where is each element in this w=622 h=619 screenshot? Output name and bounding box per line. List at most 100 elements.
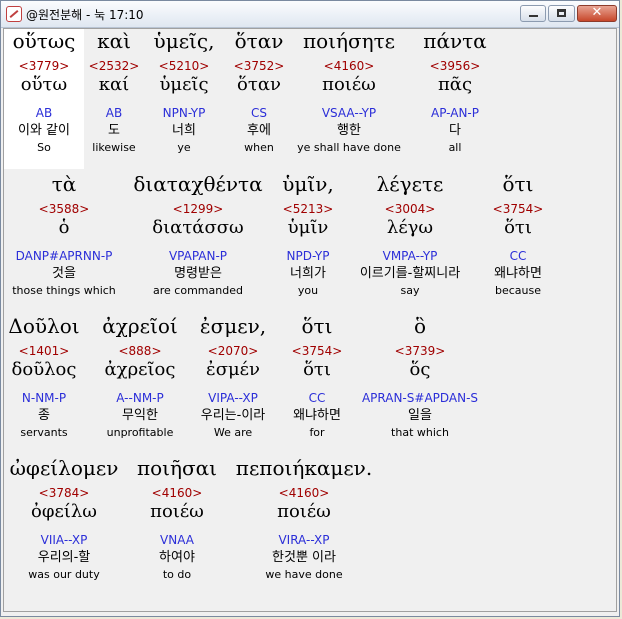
minimize-button[interactable] xyxy=(520,5,546,22)
strongs-number: <4160> xyxy=(278,486,330,500)
word-block[interactable]: ὠφείλομεν <3784> ὀφείλω VIIA--XP 우리의-할 w… xyxy=(8,456,120,581)
word-block[interactable]: διαταχθέντα <1299> διατάσσω VPAPAN-P 명령받… xyxy=(128,172,268,297)
korean-gloss: 일을 xyxy=(408,408,432,423)
word-block[interactable]: πάντα <3956> πᾶς AP-AN-P 다 all xyxy=(412,29,498,154)
parsing-code: CC xyxy=(509,249,527,263)
parsing-code: VNAA xyxy=(160,533,194,547)
korean-gloss: 다 xyxy=(449,123,461,138)
lemma: ὅτι xyxy=(504,217,532,238)
strongs-number: <3588> xyxy=(38,202,90,216)
greek-word: οὕτως xyxy=(12,29,76,53)
maximize-icon xyxy=(557,9,566,17)
english-gloss: say xyxy=(400,284,420,297)
english-gloss: likewise xyxy=(92,141,136,154)
title-bar[interactable]: @원전분해 - 눅 17:10 ✕ xyxy=(1,1,619,28)
parsing-code: APRAN-S#APDAN-S xyxy=(361,391,479,405)
window: @원전분해 - 눅 17:10 ✕ οὕτως <3779> οὕτω AB 이… xyxy=(0,0,620,617)
strongs-number: <3754> xyxy=(492,202,544,216)
greek-word: ὅταν xyxy=(234,29,284,53)
close-button[interactable]: ✕ xyxy=(577,5,617,22)
parsing-code: NPN-YP xyxy=(162,106,206,120)
parsing-code: CS xyxy=(251,106,267,120)
word-block[interactable]: Δοῦλοι <1401> δοῦλος N-NM-P 종 servants xyxy=(4,314,84,439)
english-gloss: for xyxy=(309,426,325,439)
word-block[interactable]: ὑμῖν, <5213> ὑμῖν NPD-YP 너희가 you xyxy=(268,172,348,297)
english-gloss: We are xyxy=(213,426,253,439)
parsing-code: VPAPAN-P xyxy=(168,249,228,263)
english-gloss: we have done xyxy=(265,568,343,581)
lemma: ποιέω xyxy=(277,501,331,522)
english-gloss: So xyxy=(37,141,51,154)
word-block[interactable]: ποιῆσαι <4160> ποιέω VNAA 하여야 to do xyxy=(128,456,226,581)
korean-gloss: 하여야 xyxy=(159,550,195,565)
greek-word: καὶ xyxy=(97,29,131,53)
word-block[interactable]: ὃ <3739> ὅς APRAN-S#APDAN-S 일을 that whic… xyxy=(358,314,482,439)
korean-gloss: 왜냐하면 xyxy=(293,408,341,423)
korean-gloss: 이와 같이 xyxy=(18,123,70,138)
greek-word: ἀχρεῖοί xyxy=(102,314,178,338)
window-title: @원전분해 - 눅 17:10 xyxy=(26,8,144,22)
word-block[interactable]: ὅτι <3754> ὅτι CC 왜냐하면 for xyxy=(280,314,354,439)
maximize-button[interactable] xyxy=(548,5,575,22)
lemma: ἀχρεῖος xyxy=(104,359,176,380)
parsing-code: VIRA--XP xyxy=(278,533,330,547)
word-block[interactable]: ἐσμεν, <2070> ἐσμέν VIPA--XP 우리는-이라 We a… xyxy=(190,314,276,439)
english-gloss: are commanded xyxy=(153,284,243,297)
korean-gloss: 한것뿐 이라 xyxy=(272,550,336,565)
english-gloss: all xyxy=(448,141,462,154)
english-gloss: servants xyxy=(20,426,68,439)
parsing-code: VMPA--YP xyxy=(382,249,438,263)
english-gloss: was our duty xyxy=(28,568,100,581)
strongs-number: <4160> xyxy=(323,59,375,73)
word-block[interactable]: ὑμεῖς, <5210> ὑμεῖς NPN-YP 너희 ye xyxy=(144,29,224,154)
strongs-number: <5210> xyxy=(158,59,210,73)
lemma: πᾶς xyxy=(437,74,473,95)
strongs-number: <3784> xyxy=(38,486,90,500)
greek-word: ὃ xyxy=(413,314,427,338)
word-block[interactable]: λέγετε <3004> λέγω VMPA--YP 이르기를-할찌니라 sa… xyxy=(348,172,472,297)
english-gloss: those things which xyxy=(12,284,116,297)
word-block[interactable]: ποιήσητε <4160> ποιέω VSAA--YP 행한 ye sha… xyxy=(294,29,404,154)
lemma: καί xyxy=(98,74,130,95)
korean-gloss: 행한 xyxy=(337,123,361,138)
parsing-code: N-NM-P xyxy=(21,391,67,405)
korean-gloss: 후에 xyxy=(247,123,271,138)
word-block[interactable]: πεποιήκαμεν. <4160> ποιέω VIRA--XP 한것뿐 이… xyxy=(230,456,378,581)
greek-word: ὑμεῖς, xyxy=(153,29,215,53)
word-block[interactable]: ὅτι <3754> ὅτι CC 왜냐하면 because xyxy=(478,172,558,297)
lemma: δοῦλος xyxy=(11,359,77,380)
strongs-number: <3004> xyxy=(384,202,436,216)
app-icon[interactable] xyxy=(6,6,22,22)
greek-word: τὰ xyxy=(51,172,77,196)
word-block[interactable]: οὕτως <3779> οὕτω AB 이와 같이 So xyxy=(4,29,84,169)
parsing-code: VSAA--YP xyxy=(321,106,377,120)
strongs-number: <3956> xyxy=(429,59,481,73)
korean-gloss: 명령받은 xyxy=(174,266,222,281)
word-block[interactable]: καὶ <2532> καί AB 도 likewise xyxy=(84,29,144,154)
lemma: διατάσσω xyxy=(152,217,244,238)
strongs-number: <2070> xyxy=(207,344,259,358)
parsing-code: AP-AN-P xyxy=(431,106,479,120)
korean-gloss: 이르기를-할찌니라 xyxy=(359,266,461,281)
word-block[interactable]: ὅταν <3752> ὅταν CS 후에 when xyxy=(224,29,294,154)
interlinear-panel: οὕτως <3779> οὕτω AB 이와 같이 So καὶ <2532>… xyxy=(3,28,617,612)
english-gloss: unprofitable xyxy=(106,426,174,439)
korean-gloss: 너희 xyxy=(172,123,196,138)
greek-word: ὅτι xyxy=(301,314,333,338)
strongs-number: <3779> xyxy=(18,59,70,73)
greek-word: ὠφείλομεν xyxy=(9,456,119,480)
greek-word: ὑμῖν, xyxy=(282,172,334,196)
lemma: ποιέω xyxy=(150,501,204,522)
greek-word: λέγετε xyxy=(376,172,444,196)
strongs-number: <4160> xyxy=(151,486,203,500)
minimize-icon xyxy=(529,15,538,17)
parsing-code: CC xyxy=(308,391,326,405)
word-block[interactable]: ἀχρεῖοί <888> ἀχρεῖος A--NM-P 무익한 unprof… xyxy=(96,314,184,439)
greek-word: ὅτι xyxy=(502,172,534,196)
lemma: ἐσμέν xyxy=(206,359,260,380)
parsing-code: AB xyxy=(35,106,53,120)
resize-grip[interactable] xyxy=(607,602,616,611)
word-block[interactable]: τὰ <3588> ὁ DANP#APRNN-P 것을 those things… xyxy=(4,172,124,297)
strongs-number: <3739> xyxy=(394,344,446,358)
korean-gloss: 왜냐하면 xyxy=(494,266,542,281)
